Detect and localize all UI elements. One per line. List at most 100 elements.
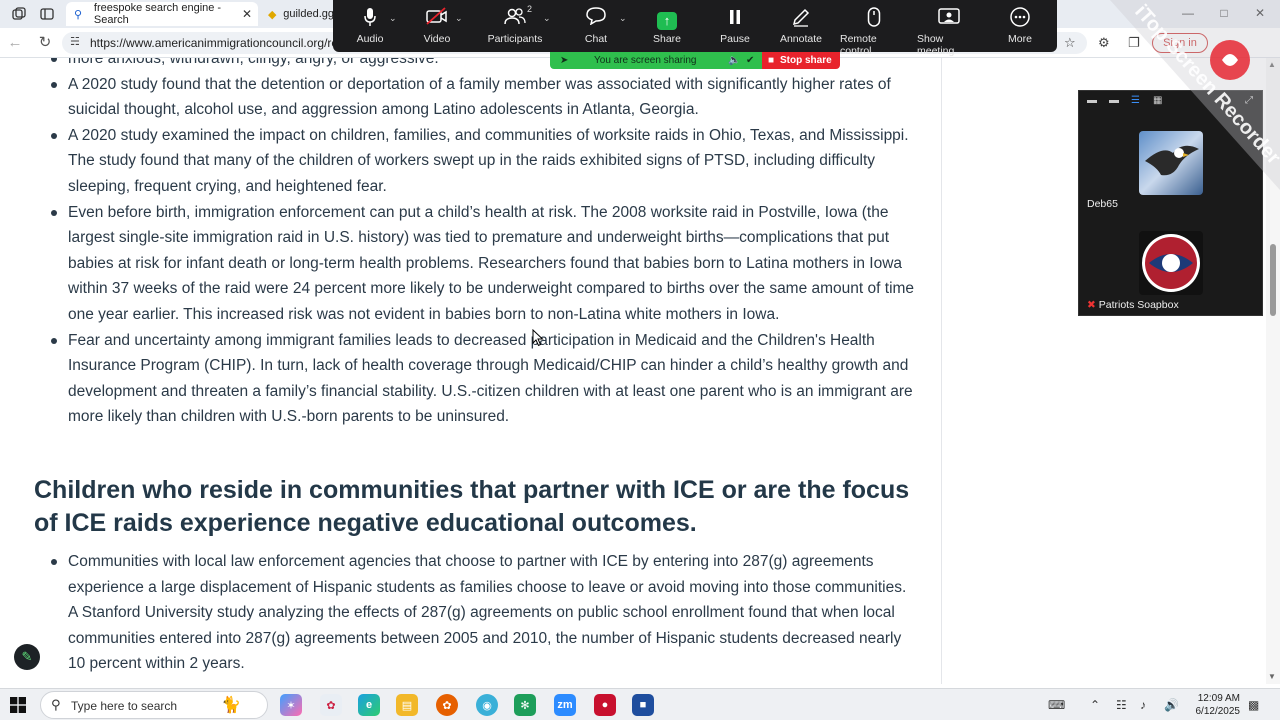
sharing-status: ➤ You are screen sharing 🔈 ✔	[550, 52, 762, 69]
microphone-icon[interactable]: ♪	[1140, 698, 1146, 712]
pin-icon: ➤	[560, 55, 569, 66]
system-clock[interactable]: 12:09 AM 6/12/2025	[1190, 692, 1241, 718]
participants-icon	[504, 7, 526, 33]
pencil-icon	[791, 7, 811, 33]
chevron-down-icon[interactable]: ⌄	[543, 13, 551, 24]
chevron-up-icon[interactable]: ⌃	[1090, 698, 1100, 712]
edge-browser-icon[interactable]: e	[358, 694, 380, 716]
zoom-meeting-toolbar: Audio ⌄ Video ⌄ Participants 2 ⌄ Chat ⌄	[333, 0, 1057, 57]
eagle-image-icon	[1145, 145, 1199, 176]
screen-recorder-app-icon[interactable]: ●	[594, 694, 616, 716]
volume-icon[interactable]: 🔊	[1164, 698, 1179, 712]
close-window-icon[interactable]: ✕	[1252, 6, 1268, 20]
bullet-list-education: Communities with local law enforcement a…	[51, 549, 918, 677]
notifications-icon[interactable]: ▩	[1248, 698, 1259, 712]
audio-button[interactable]: Audio ⌄	[351, 0, 397, 52]
scroll-down-icon[interactable]: ▼	[1268, 672, 1276, 681]
mouse-cursor-icon	[532, 329, 544, 347]
participants-button[interactable]: Participants 2 ⌄	[487, 0, 551, 52]
article-content: more anxious, withdrawn, clingy, angry, …	[0, 58, 942, 684]
copilot-icon[interactable]: ✶	[280, 694, 302, 716]
participant-avatar[interactable]	[1139, 131, 1203, 195]
participant-count-badge: 2	[527, 4, 533, 14]
keyboard-icon[interactable]: ⌨	[1048, 698, 1065, 712]
muted-microphone-icon: ✖	[1087, 299, 1096, 311]
browser-app-icon[interactable]: ◉	[476, 694, 498, 716]
shield-check-icon: ✔	[746, 55, 755, 66]
microphone-icon	[363, 7, 377, 33]
pause-button[interactable]: Pause	[720, 0, 750, 52]
share-button[interactable]: ↑ Share	[651, 0, 683, 52]
speaker-icon: 🔈	[728, 55, 741, 66]
pause-icon	[728, 7, 742, 33]
chat-icon	[586, 7, 606, 33]
screen-sharing-bar: ➤ You are screen sharing 🔈 ✔ ■ Stop shar…	[550, 52, 840, 69]
tab-guilded[interactable]: ◆ guilded.gg	[260, 2, 334, 26]
list-item: A 2020 study found that the detention or…	[51, 72, 918, 123]
stop-share-button[interactable]: ■ Stop share	[762, 52, 840, 69]
chat-button[interactable]: Chat ⌄	[583, 0, 627, 52]
minimize-icon[interactable]: —	[1180, 6, 1196, 20]
cat-illustration-icon: 🐈	[221, 697, 241, 714]
close-tab-icon[interactable]: ✕	[242, 7, 252, 21]
favorite-star-icon[interactable]: ☆	[1064, 35, 1076, 51]
tab-actions-icon[interactable]	[38, 5, 56, 23]
monitor-icon	[938, 7, 960, 33]
search-icon: ⚲	[74, 8, 83, 21]
list-item: Communities with local law enforcement a…	[51, 549, 918, 677]
list-item: Even before birth, immigration enforceme…	[51, 200, 918, 328]
workspaces-icon[interactable]	[10, 5, 28, 23]
annotate-button[interactable]: Annotate	[779, 0, 823, 52]
chatgpt-app-icon[interactable]: ✻	[514, 694, 536, 716]
show-meeting-button[interactable]: Show meeting	[917, 0, 981, 57]
list-item: Fear and uncertainty among immigrant fam…	[51, 328, 918, 430]
scroll-up-icon[interactable]: ▲	[1268, 60, 1276, 69]
network-icon[interactable]: ☷	[1116, 698, 1127, 712]
stop-square-icon: ■	[768, 55, 775, 66]
mouse-icon	[867, 7, 881, 33]
scrollbar-thumb[interactable]	[1270, 244, 1276, 316]
taskbar-search-box[interactable]: ⚲ Type here to search 🐈	[40, 691, 268, 719]
zoom-app-icon[interactable]: zm	[554, 694, 576, 716]
hide-video-icon[interactable]: ▬	[1109, 95, 1119, 106]
extensions-icon[interactable]: ⚙	[1098, 35, 1110, 51]
share-icon: ↑	[657, 12, 677, 30]
site-info-icon[interactable]: ☵	[70, 35, 80, 48]
expand-icon[interactable]: ⤢	[1245, 95, 1253, 106]
participant-name: ✖ Patriots Soapbox	[1087, 299, 1179, 311]
gallery-view-icon[interactable]: ▦	[1153, 95, 1162, 106]
video-button[interactable]: Video ⌄	[419, 0, 463, 52]
guilded-favicon-icon: ◆	[268, 8, 277, 21]
windows-taskbar: ⚲ Type here to search 🐈 ✶ ✿ e ▤ ✿ ◉ ✻ zm…	[0, 688, 1280, 720]
bullet-list-health: more anxious, withdrawn, clingy, angry, …	[51, 58, 918, 430]
participant-avatar[interactable]	[1139, 231, 1203, 295]
list-item: A 2020 study examined the impact on chil…	[51, 123, 918, 200]
edit-pencil-button[interactable]: ✎	[14, 644, 40, 670]
url-text: https://www.americanimmigrationcouncil.o…	[90, 36, 345, 50]
sign-in-button[interactable]: Sign in	[1152, 33, 1208, 53]
remote-control-button[interactable]: Remote control	[840, 0, 908, 57]
back-arrow-icon[interactable]: ←	[6, 34, 24, 52]
shield-app-icon[interactable]: ■	[632, 694, 654, 716]
maximize-icon[interactable]: □	[1216, 6, 1232, 20]
windows-start-icon[interactable]	[10, 697, 26, 713]
page-scrollbar[interactable]: ▲ ▼	[1266, 58, 1280, 684]
participant-video-panel: ▬ ▬ ☰ ▦ ⤢ Deb65 ✖ Patriots Soapbox	[1078, 90, 1263, 316]
paint-app-icon[interactable]: ✿	[320, 694, 342, 716]
section-heading: Children who reside in communities that …	[34, 476, 910, 537]
reload-icon[interactable]: ↻	[36, 34, 54, 52]
video-off-icon	[425, 7, 449, 33]
minimize-panel-icon[interactable]: ▬	[1087, 95, 1097, 106]
more-icon	[1010, 7, 1030, 33]
chevron-down-icon[interactable]: ⌄	[619, 13, 627, 24]
tab-freespoke[interactable]: ⚲ freespoke search engine - Search ✕	[66, 2, 258, 26]
flag-logo-icon	[1142, 234, 1200, 292]
speaker-view-icon[interactable]: ☰	[1131, 95, 1140, 106]
firefox-icon[interactable]: ✿	[436, 694, 458, 716]
search-icon: ⚲	[51, 697, 61, 712]
chevron-down-icon[interactable]: ⌄	[389, 13, 397, 24]
file-explorer-icon[interactable]: ▤	[396, 694, 418, 716]
chevron-down-icon[interactable]: ⌄	[455, 13, 463, 24]
collections-icon[interactable]: ❐	[1128, 35, 1140, 51]
more-button[interactable]: More	[1007, 0, 1033, 52]
